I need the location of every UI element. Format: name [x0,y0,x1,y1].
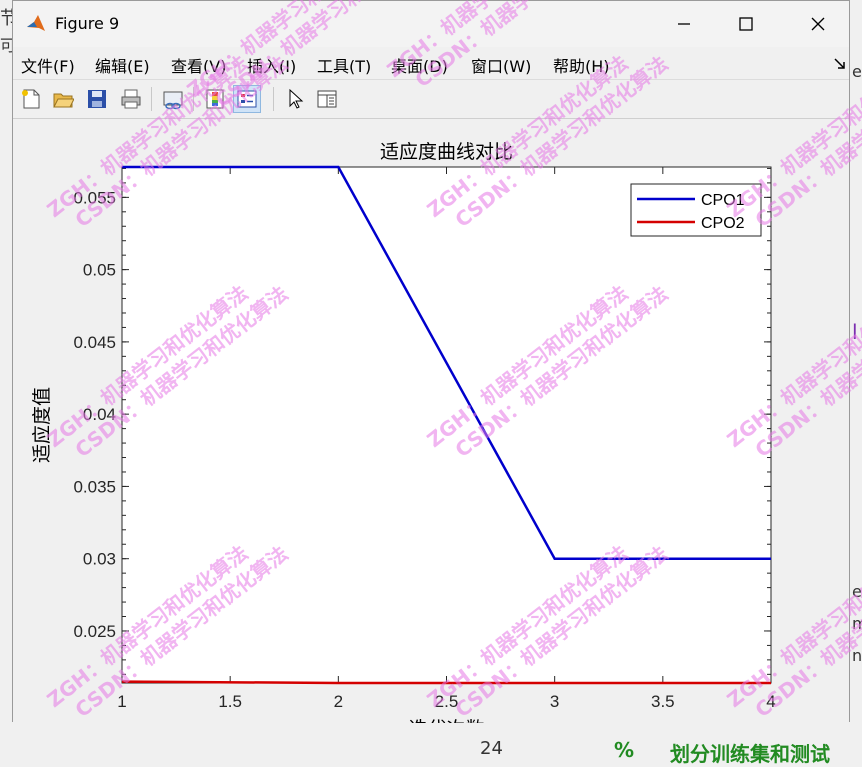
dock-arrow-icon[interactable] [833,57,847,71]
legend-label-cpo1: CPO1 [701,192,745,209]
toolbar-separator [151,87,152,111]
title-bar[interactable]: Figure 9 [13,1,849,47]
insert-colorbar-button[interactable] [201,85,229,113]
y-tick-label: 0.04 [83,405,116,424]
y-tick-label: 0.045 [73,333,116,352]
colorbar-icon [206,89,224,109]
save-icon [88,90,106,108]
window-title: Figure 9 [55,14,120,33]
property-inspector-icon [317,90,337,108]
new-file-icon [22,89,40,109]
toolbar-separator [273,87,274,111]
maximize-button[interactable] [731,10,761,38]
menu-file[interactable]: 文件(F) [21,53,75,77]
pointer-icon [289,88,304,109]
bg-comment: 划分训练集和测试 [670,742,830,766]
minimize-button[interactable] [669,10,699,38]
legend-label-cpo2: CPO2 [701,215,745,232]
print-icon [121,89,141,109]
edit-plot-button[interactable] [281,85,309,113]
bg-char-right-m: m [852,614,862,633]
menu-help[interactable]: 帮助(H) [553,53,610,77]
menu-bar: 文件(F) 编辑(E) 查看(V) 插入(I) 工具(T) 桌面(D) 窗口(W… [13,47,849,79]
bg-number: 24 [480,738,503,759]
menu-edit[interactable]: 编辑(E) [95,53,150,77]
menu-tools[interactable]: 工具(T) [317,53,371,77]
bg-char-right-n: n [852,646,862,665]
link-plot-icon [163,91,183,110]
print-button[interactable] [117,85,145,113]
maximize-icon [739,17,753,31]
x-tick-label: 4 [766,692,775,711]
x-tick-label: 3.5 [651,692,675,711]
x-tick-label: 2 [334,692,343,711]
chart: 1 1.5 2 2.5 3 3.5 4 0.025 0.03 0.035 0.04 0.045 0.05… [31,141,776,723]
link-plot-button[interactable] [159,85,187,113]
legend-icon [237,90,257,108]
close-button[interactable] [803,10,833,38]
y-tick-label: 0.03 [83,550,116,569]
new-figure-button[interactable] [17,85,45,113]
y-tick-label: 0.035 [73,477,116,496]
figure-window: Figure 9 文件(F) 编辑(E) 查看(V) 插入(I) 工具(T) 桌… [12,0,850,723]
minimize-icon [678,23,690,25]
y-tick-label: 0.025 [73,622,116,641]
matlab-logo-icon [27,15,45,31]
figure-canvas[interactable]: 1 1.5 2 2.5 3 3.5 4 0.025 0.03 0.035 0.04 0.045 0.05… [13,119,849,723]
open-file-button[interactable] [49,85,77,113]
series-line-cpo2 [121,680,771,685]
y-axis-label: 适应度值 [31,387,53,463]
y-tick-label: 0.05 [83,261,116,280]
open-folder-icon [53,93,74,108]
bg-char-right-l: l [852,320,858,344]
menu-view[interactable]: 查看(V) [171,53,226,77]
plot-area [121,166,772,684]
menu-insert[interactable]: 插入(I) [247,53,296,77]
bg-percent: % [614,738,635,762]
save-button[interactable] [83,85,111,113]
close-icon [811,17,825,31]
bg-char-right-e: e [852,582,862,601]
x-tick-label: 2.5 [435,692,459,711]
property-inspector-button[interactable] [313,85,341,113]
x-tick-label: 3 [550,692,559,711]
chart-title: 适应度曲线对比 [380,141,513,163]
bg-char-right-top: e [852,62,862,81]
x-tick-label: 1 [117,692,126,711]
x-axis-label: 迭代次数 [408,718,484,723]
y-tick-label: 0.055 [73,188,116,207]
toolbar-separator [193,87,194,111]
toolbar [13,79,849,119]
x-tick-label: 1.5 [218,692,242,711]
menu-desktop[interactable]: 桌面(D) [391,53,448,77]
menu-window[interactable]: 窗口(W) [471,53,531,77]
insert-legend-button[interactable] [233,85,261,113]
